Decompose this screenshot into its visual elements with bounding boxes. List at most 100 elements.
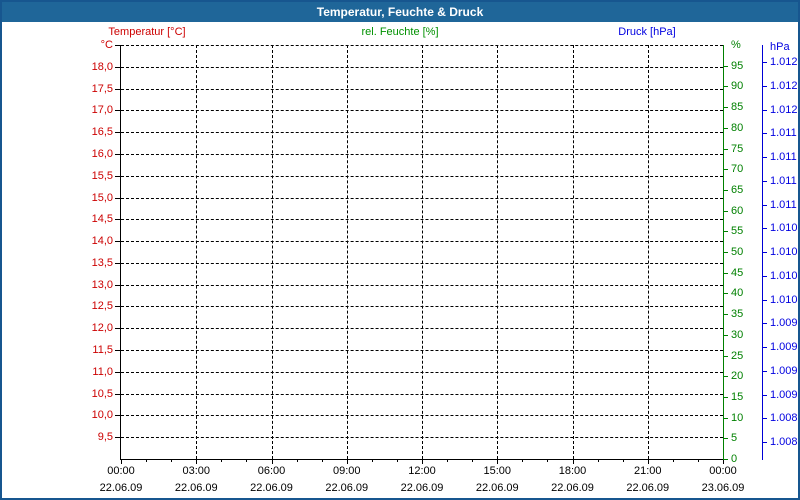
humidity-tick-label: 65 xyxy=(731,183,744,196)
x-minor-tick xyxy=(146,459,148,462)
temperature-tick xyxy=(115,132,120,134)
date-label: 22.06.09 xyxy=(475,482,519,494)
date-label: 22.06.09 xyxy=(551,482,594,494)
v-gridline xyxy=(346,45,348,459)
window-title-bar: Temperatur, Feuchte & Druck xyxy=(2,2,798,22)
pressure-tick xyxy=(763,252,767,253)
temperature-tick xyxy=(115,371,120,373)
temperature-tick xyxy=(115,219,120,221)
x-minor-tick xyxy=(246,459,248,462)
temperature-tick xyxy=(115,66,120,68)
temperature-tick-label: 11,0 xyxy=(92,365,113,378)
time-tick-label: 15:00 xyxy=(483,465,512,477)
temperature-tick xyxy=(115,415,120,417)
x-major-tick xyxy=(497,459,499,464)
temperature-tick xyxy=(115,110,120,112)
humidity-tick xyxy=(723,376,728,378)
x-major-tick xyxy=(572,459,574,464)
temperature-tick-label: 9,5 xyxy=(97,431,113,444)
x-minor-tick xyxy=(171,459,173,462)
pressure-tick-label: 1.008 xyxy=(770,436,798,448)
x-major-tick xyxy=(121,459,122,464)
humidity-tick-label: 30 xyxy=(731,328,744,341)
humidity-tick xyxy=(723,252,728,253)
x-major-tick xyxy=(422,459,423,464)
temperature-tick-label: 10,0 xyxy=(91,409,113,422)
humidity-tick-label: 90 xyxy=(731,80,744,93)
date-label: 23.06.09 xyxy=(701,482,745,494)
humidity-tick-label: 80 xyxy=(731,121,744,134)
temperature-tick xyxy=(115,45,120,46)
humidity-tick xyxy=(723,272,728,274)
x-minor-tick xyxy=(522,459,524,462)
pressure-tick xyxy=(763,157,767,158)
humidity-tick-label: 95 xyxy=(731,59,744,72)
pressure-tick xyxy=(763,299,767,301)
window-title: Temperatur, Feuchte & Druck xyxy=(316,5,484,19)
humidity-tick xyxy=(723,438,728,440)
temperature-axis-header: °C xyxy=(100,39,113,51)
humidity-tick xyxy=(723,107,728,109)
v-gridline xyxy=(572,45,574,459)
humidity-tick xyxy=(723,231,728,233)
x-minor-tick xyxy=(472,459,474,462)
humidity-tick-label: 0 xyxy=(731,453,738,465)
humidity-tick-label: 75 xyxy=(731,142,744,155)
pressure-tick-label: 1.012 xyxy=(770,79,798,92)
humidity-tick xyxy=(723,127,728,129)
x-minor-tick xyxy=(221,459,223,462)
humidity-tick-label: 40 xyxy=(731,287,744,300)
humidity-tick-label: 10 xyxy=(731,411,744,424)
humidity-tick-label: 25 xyxy=(731,349,744,362)
humidity-tick-label: 50 xyxy=(731,246,744,258)
time-tick-label: 00:00 xyxy=(709,465,737,477)
x-minor-tick xyxy=(371,459,373,462)
pressure-tick xyxy=(763,418,767,420)
v-gridline xyxy=(647,45,649,459)
v-gridline xyxy=(196,45,198,459)
temperature-tick-label: 15,5 xyxy=(91,169,113,182)
pressure-tick xyxy=(763,180,767,182)
humidity-tick xyxy=(723,293,728,295)
temperature-tick-label: 17,5 xyxy=(91,82,113,95)
humidity-tick-label: 15 xyxy=(731,390,744,403)
pressure-tick-label: 1.012 xyxy=(770,56,798,68)
humidity-tick xyxy=(723,210,728,212)
x-minor-tick xyxy=(547,459,549,462)
date-label: 22.06.09 xyxy=(626,482,670,494)
temperature-tick-label: 14,0 xyxy=(91,235,113,248)
pressure-tick-label: 1.009 xyxy=(770,364,798,377)
pressure-tick xyxy=(763,370,767,372)
pressure-tick xyxy=(763,85,767,87)
humidity-tick xyxy=(723,355,728,357)
x-minor-tick xyxy=(447,459,449,462)
humidity-tick xyxy=(723,169,728,171)
pressure-tick xyxy=(763,394,767,396)
temperature-tick-label: 16,5 xyxy=(91,126,113,139)
pressure-axis-line: 1.012 1.012 1.012 1.011 1.011 1.011 1.011 1.010… xyxy=(762,41,798,460)
pressure-tick xyxy=(763,109,767,111)
humidity-tick xyxy=(723,417,728,419)
pressure-tick-label: 1.008 xyxy=(770,412,798,425)
time-tick-label: 21:00 xyxy=(633,465,662,477)
time-tick-label: 00:00 xyxy=(107,465,135,477)
temperature-tick-label: 13,0 xyxy=(91,278,113,291)
humidity-axis-header: % xyxy=(731,39,741,51)
date-label: 22.06.09 xyxy=(325,482,369,494)
pressure-tick-label: 1.011 xyxy=(770,174,797,187)
temperature-tick-label: 13,5 xyxy=(91,256,113,269)
humidity-tick xyxy=(723,65,728,67)
pressure-tick xyxy=(763,275,767,277)
pressure-tick-label: 1.010 xyxy=(770,246,798,258)
pressure-tick-label: 1.011 xyxy=(770,127,797,140)
humidity-tick-label: 5 xyxy=(731,432,738,445)
pressure-tick xyxy=(763,228,767,230)
x-minor-tick xyxy=(622,459,624,462)
temperature-tick-label: 10,5 xyxy=(91,387,113,400)
legend-pressure: Druck [hPa] xyxy=(618,26,676,38)
temperature-tick xyxy=(115,262,120,264)
pressure-tick-label: 1.009 xyxy=(770,388,798,401)
x-minor-tick xyxy=(672,459,674,462)
time-tick-label: 03:00 xyxy=(182,465,211,477)
humidity-tick-label: 20 xyxy=(731,370,744,383)
